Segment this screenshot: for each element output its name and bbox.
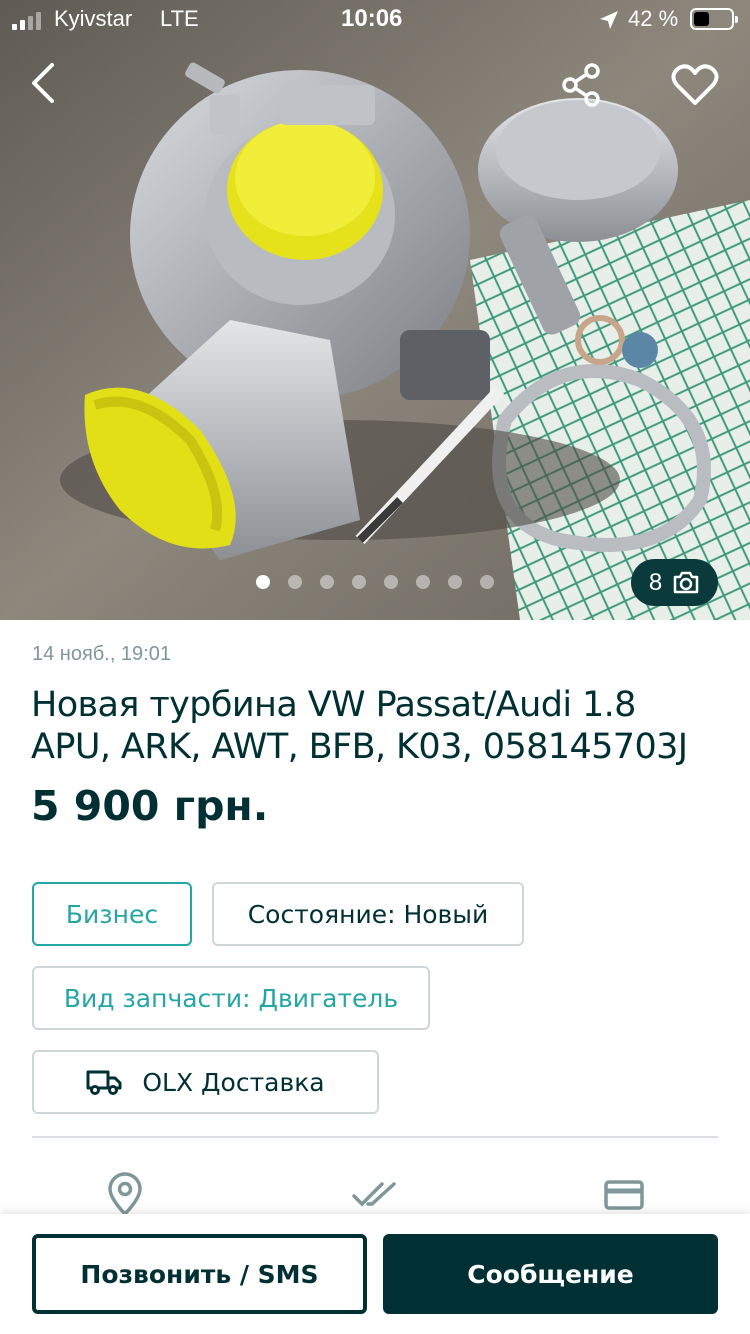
- turbocharger-photo: [0, 0, 750, 620]
- location-arrow-icon: [598, 9, 620, 35]
- photo-count: 8: [648, 568, 663, 596]
- gallery-dot[interactable]: [416, 575, 430, 589]
- signal-strength-icon: [12, 12, 41, 30]
- message-button[interactable]: Сообщение: [383, 1234, 718, 1314]
- gallery-dot[interactable]: [288, 575, 302, 589]
- contact-action-bar: Позвонить / SMS Сообщение: [0, 1214, 750, 1334]
- gallery-dot[interactable]: [384, 575, 398, 589]
- gallery-dot[interactable]: [352, 575, 366, 589]
- gallery-dot[interactable]: [480, 575, 494, 589]
- status-bar: Kyivstar LTE 10:06 42 %: [0, 0, 750, 40]
- message-button-label: Сообщение: [467, 1259, 634, 1289]
- photo-count-badge[interactable]: 8: [631, 559, 718, 606]
- share-icon: [562, 63, 600, 107]
- truck-icon: [86, 1070, 122, 1095]
- call-sms-button-label: Позвонить / SMS: [80, 1259, 319, 1289]
- clock: 10:06: [341, 5, 403, 32]
- share-button[interactable]: [554, 58, 610, 112]
- gallery-dot[interactable]: [448, 575, 462, 589]
- tag-condition[interactable]: Состояние: Новый: [212, 882, 524, 946]
- camera-icon: [673, 571, 699, 593]
- tag-business-label: Бизнес: [65, 899, 159, 929]
- heart-icon: [671, 64, 719, 105]
- back-button[interactable]: [18, 56, 68, 110]
- call-sms-button[interactable]: Позвонить / SMS: [32, 1234, 367, 1314]
- battery-icon: [690, 8, 738, 30]
- tag-part-type-label: Вид запчасти: Двигатель: [63, 983, 399, 1013]
- section-divider: [32, 1136, 718, 1138]
- favorite-button[interactable]: [666, 58, 724, 112]
- gallery-dot[interactable]: [256, 575, 270, 589]
- battery-percent: 42 %: [628, 6, 679, 31]
- network-type: LTE: [160, 6, 199, 31]
- gallery-pagination: [256, 575, 494, 589]
- listing-date: 14 нояб., 19:01: [32, 643, 171, 665]
- listing-title: Новая турбина VW Passat/Audi 1.8 APU, AR…: [31, 685, 688, 767]
- tag-condition-label: Состояние: Новый: [247, 899, 489, 929]
- back-arrow-icon: [32, 63, 54, 103]
- tag-olx-delivery[interactable]: OLX Доставка: [32, 1050, 379, 1114]
- location-pin-icon: [108, 1172, 142, 1216]
- double-check-icon: [352, 1182, 396, 1207]
- listing-photo-gallery[interactable]: Kyivstar LTE 10:06 42 % 8: [0, 0, 750, 620]
- listing-price: 5 900 грн.: [31, 782, 269, 830]
- carrier-name: Kyivstar: [54, 6, 133, 31]
- gallery-dot[interactable]: [320, 575, 334, 589]
- tag-business[interactable]: Бизнес: [32, 882, 192, 946]
- tag-part-type[interactable]: Вид запчасти: Двигатель: [32, 966, 430, 1030]
- credit-card-icon: [604, 1180, 644, 1210]
- tag-olx-delivery-label: OLX Доставка: [142, 1067, 325, 1097]
